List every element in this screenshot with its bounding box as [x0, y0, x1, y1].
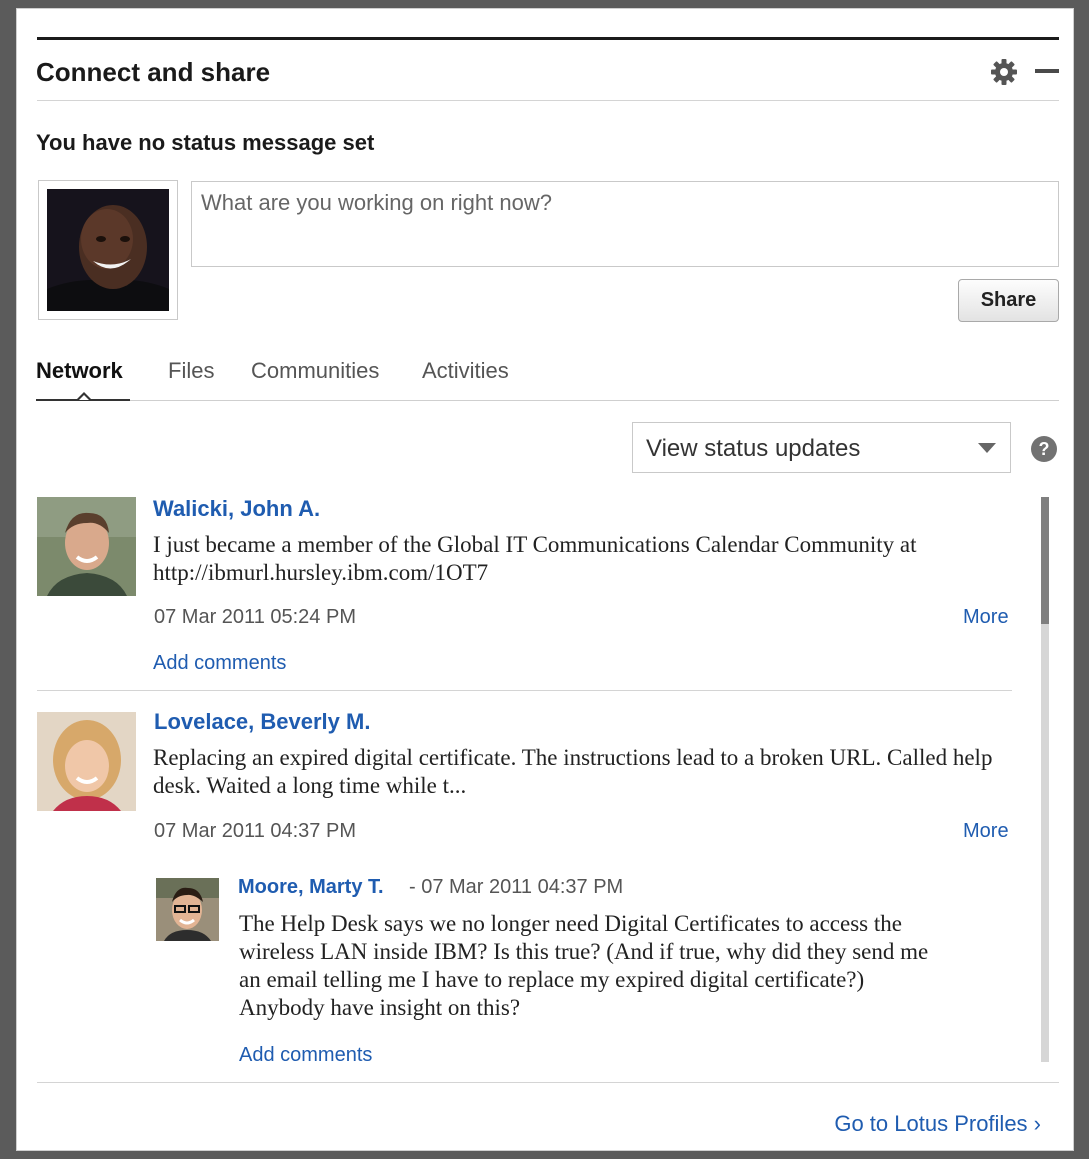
view-filter-value: View status updates [646, 435, 861, 462]
status-message: You have no status message set [36, 130, 375, 155]
avatar[interactable] [37, 497, 136, 596]
add-comments-link[interactable]: Add comments [239, 1044, 372, 1067]
add-comments-link[interactable]: Add comments [153, 652, 286, 675]
chevron-down-icon [978, 443, 996, 453]
gear-icon[interactable] [989, 57, 1019, 87]
update-message: I just became a member of the Global IT … [153, 532, 917, 585]
question-icon[interactable]: ? [1031, 436, 1057, 462]
comment-message: The Help Desk says we no longer need Dig… [239, 911, 929, 1020]
share-button[interactable]: Share [958, 279, 1059, 322]
update-timestamp: 07 Mar 2011 04:37 PM [154, 820, 356, 842]
scrollbar-thumb[interactable] [1041, 497, 1049, 624]
update-author[interactable]: Lovelace, Beverly M. [154, 709, 370, 735]
minus-icon[interactable] [1035, 69, 1059, 73]
more-link[interactable]: More [963, 606, 1009, 629]
avatar [38, 180, 178, 320]
footer-divider [37, 1082, 1059, 1083]
header-divider [37, 100, 1059, 101]
tab-files[interactable]: Files [168, 358, 214, 384]
update-message: Replacing an expired digital certificate… [153, 745, 993, 798]
user-photo [47, 189, 169, 311]
status-input[interactable] [191, 181, 1059, 267]
tab-activities[interactable]: Activities [422, 358, 509, 384]
tabs-divider [37, 400, 1059, 401]
update-author[interactable]: Walicki, John A. [153, 496, 320, 522]
more-link[interactable]: More [963, 820, 1009, 843]
tab-network[interactable]: Network [36, 358, 123, 384]
connect-and-share-widget: Connect and share You have no status mes… [16, 8, 1074, 1151]
update-divider [37, 690, 1012, 691]
tab-communities[interactable]: Communities [251, 358, 379, 384]
avatar[interactable] [37, 712, 136, 811]
update-timestamp: 07 Mar 2011 05:24 PM [154, 606, 356, 628]
comment-author[interactable]: Moore, Marty T. [238, 876, 384, 899]
comment-timestamp: - 07 Mar 2011 04:37 PM [409, 876, 624, 898]
avatar[interactable] [156, 878, 219, 941]
view-filter-select[interactable]: View status updates [632, 422, 1011, 473]
widget-title: Connect and share [36, 57, 271, 87]
go-to-profiles-link[interactable]: Go to Lotus Profiles › [834, 1111, 1041, 1137]
widget-top-rule [37, 37, 1059, 40]
